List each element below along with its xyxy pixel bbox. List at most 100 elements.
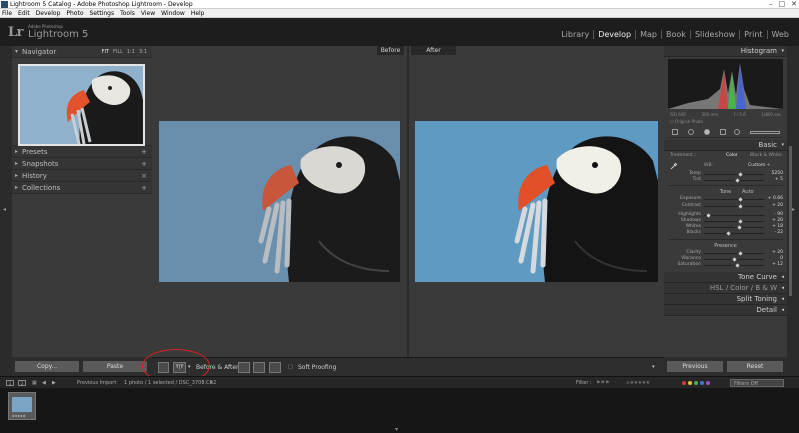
module-library[interactable]: Library xyxy=(557,30,595,39)
paste-button[interactable]: Paste xyxy=(83,361,147,372)
module-print[interactable]: Print xyxy=(740,30,768,39)
adjustment-brush-icon[interactable] xyxy=(750,131,780,134)
page-2-button[interactable]: 2 xyxy=(18,380,26,386)
slider-knob[interactable] xyxy=(732,257,737,262)
slider-track[interactable] xyxy=(704,197,764,202)
copy-button[interactable]: Copy... xyxy=(15,361,79,372)
basic-header[interactable]: Basic ▾ xyxy=(664,140,787,151)
menu-file[interactable]: File xyxy=(2,9,12,17)
copy-after-to-before-icon[interactable] xyxy=(253,362,265,373)
left-panel-toggle[interactable]: ◂ xyxy=(0,46,12,376)
label-green-swatch[interactable] xyxy=(694,381,698,385)
previous-button[interactable]: Previous xyxy=(667,361,723,372)
original-photo-row[interactable]: ☐ Original Photo xyxy=(664,118,787,126)
minimize-icon[interactable]: – xyxy=(769,0,773,9)
module-book[interactable]: Book xyxy=(662,30,691,39)
slider-knob[interactable] xyxy=(738,197,743,202)
label-purple-swatch[interactable] xyxy=(706,381,710,385)
collections-header[interactable]: ▸ Collections + xyxy=(12,182,152,194)
module-web[interactable]: Web xyxy=(768,30,793,39)
menu-develop[interactable]: Develop xyxy=(36,9,61,17)
crop-tool-icon[interactable] xyxy=(672,129,678,135)
maximize-icon[interactable]: □ xyxy=(779,0,786,9)
slider-knob[interactable] xyxy=(738,219,743,224)
slider-knob[interactable] xyxy=(737,225,742,230)
slider-knob[interactable] xyxy=(738,203,743,209)
slider-track[interactable] xyxy=(704,225,764,230)
treatment-color-option[interactable]: Color xyxy=(726,151,738,160)
before-photo[interactable] xyxy=(159,121,400,282)
slider-value[interactable]: + 20 xyxy=(772,203,783,209)
radial-filter-icon[interactable] xyxy=(734,129,740,135)
clear-history-icon[interactable]: × xyxy=(141,170,147,182)
histogram-header[interactable]: Histogram ▾ xyxy=(664,46,787,57)
split-toning-header[interactable]: Split Toning ◂ xyxy=(664,294,787,306)
page-1-button[interactable]: 1 xyxy=(6,380,14,386)
spot-removal-icon[interactable] xyxy=(688,129,694,135)
navigator-thumbnail[interactable] xyxy=(18,64,145,146)
module-develop[interactable]: Develop xyxy=(594,30,637,39)
slider-knob[interactable] xyxy=(735,178,740,183)
hsl-header[interactable]: HSL / Color / B & W ◂ xyxy=(664,283,787,295)
label-red-swatch[interactable] xyxy=(682,381,686,385)
label-yellow-swatch[interactable] xyxy=(688,381,692,385)
slider-knob[interactable] xyxy=(706,213,711,218)
zoom-1-1[interactable]: 1:1 xyxy=(127,46,135,58)
slider-value[interactable]: - 22 xyxy=(774,230,783,236)
slider-track[interactable] xyxy=(704,257,764,262)
menu-photo[interactable]: Photo xyxy=(66,9,83,17)
swap-before-after-icon[interactable] xyxy=(269,362,281,373)
slider-knob[interactable] xyxy=(738,172,743,177)
collapse-filmstrip-icon[interactable]: ▾ xyxy=(395,426,398,433)
slider-value[interactable]: + 5 xyxy=(775,177,783,183)
label-blue-swatch[interactable] xyxy=(700,381,704,385)
slider-track[interactable] xyxy=(704,178,764,183)
reset-button[interactable]: Reset xyxy=(727,361,783,372)
navigator-header[interactable]: ▾ Navigator FIT FILL 1:1 3:1 xyxy=(12,46,152,58)
add-snapshot-icon[interactable]: + xyxy=(141,158,147,170)
filmstrip-thumbnail[interactable]: ★★★★★ xyxy=(8,392,36,420)
filters-off-dropdown[interactable]: Filters Off xyxy=(730,379,784,387)
detail-header[interactable]: Detail ◂ xyxy=(664,305,787,317)
graduated-filter-icon[interactable] xyxy=(720,129,726,135)
module-map[interactable]: Map xyxy=(636,30,663,39)
add-collection-icon[interactable]: + xyxy=(141,182,147,194)
slider-track[interactable] xyxy=(704,219,764,224)
presets-header[interactable]: ▸ Presets + xyxy=(12,146,152,158)
slider-knob[interactable] xyxy=(735,263,741,268)
menu-help[interactable]: Help xyxy=(191,9,205,17)
slider-track[interactable] xyxy=(704,172,764,177)
menu-view[interactable]: View xyxy=(141,9,155,17)
slider-track[interactable] xyxy=(704,250,764,256)
toolbar-options-icon[interactable]: ▾ xyxy=(652,362,655,373)
module-slideshow[interactable]: Slideshow xyxy=(691,30,741,39)
menu-tools[interactable]: Tools xyxy=(120,9,135,17)
close-icon[interactable]: ✕ xyxy=(791,0,797,9)
slider-track[interactable] xyxy=(704,203,764,209)
slider-track[interactable] xyxy=(704,263,764,268)
zoom-3-1[interactable]: 3:1 xyxy=(139,46,147,58)
treatment-bw-option[interactable]: Black & White xyxy=(750,151,782,160)
slider-track[interactable] xyxy=(704,231,764,236)
slider-track[interactable] xyxy=(704,213,764,218)
soft-proofing-checkbox[interactable]: □ xyxy=(288,362,293,373)
slider-value[interactable]: + 12 xyxy=(772,262,783,268)
slider-knob[interactable] xyxy=(738,250,743,256)
navigator-preview[interactable] xyxy=(12,58,152,146)
add-preset-icon[interactable]: + xyxy=(141,146,147,158)
wb-select[interactable]: Custom ÷ xyxy=(748,160,770,171)
menu-edit[interactable]: Edit xyxy=(18,9,30,17)
snapshots-header[interactable]: ▸ Snapshots + xyxy=(12,158,152,170)
zoom-fill[interactable]: FILL xyxy=(113,46,123,58)
right-panel-scrollbar[interactable]: ▸ xyxy=(787,46,799,376)
eyedropper-icon[interactable] xyxy=(670,162,678,170)
tone-curve-header[interactable]: Tone Curve ◂ xyxy=(664,272,787,284)
menu-settings[interactable]: Settings xyxy=(90,9,115,17)
scrollbar-thumb[interactable] xyxy=(789,146,792,296)
zoom-fit[interactable]: FIT xyxy=(102,46,109,58)
auto-tone-button[interactable]: Auto xyxy=(742,188,754,196)
copy-before-to-after-icon[interactable] xyxy=(238,362,250,373)
after-photo[interactable] xyxy=(415,121,658,282)
slider-knob[interactable] xyxy=(725,231,731,236)
history-header[interactable]: ▸ History × xyxy=(12,170,152,182)
